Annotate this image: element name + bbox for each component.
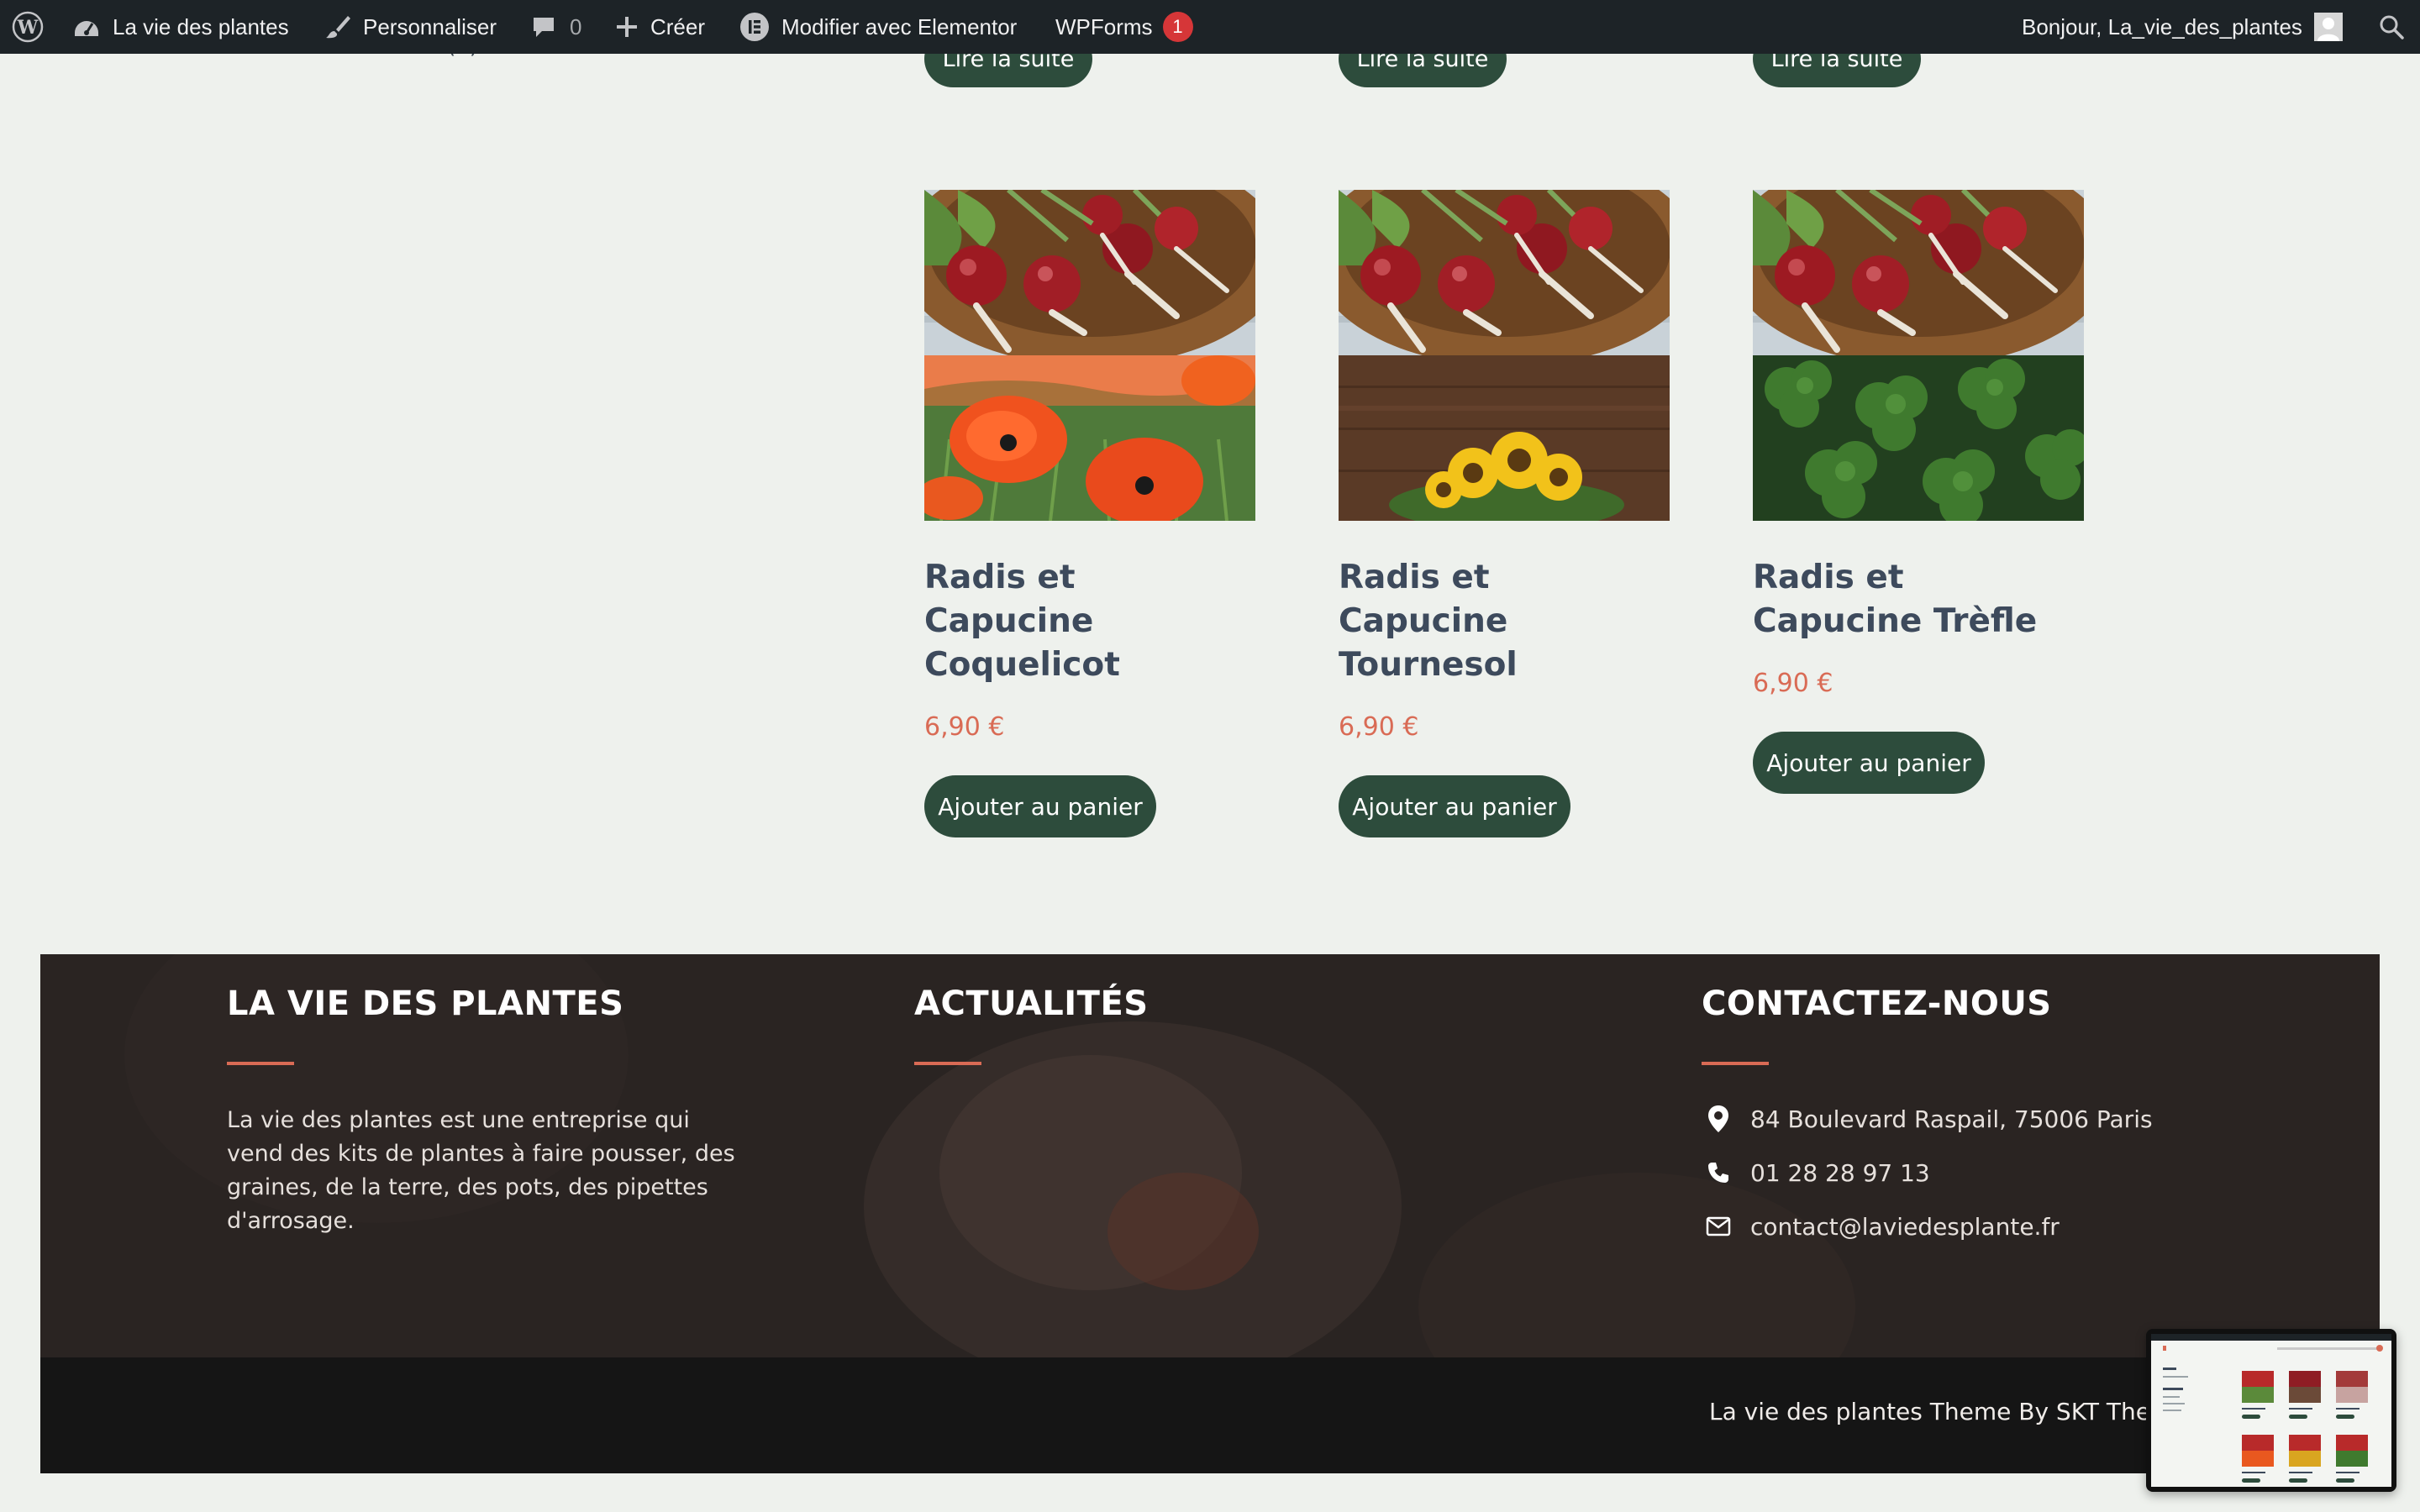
footer-about-column: LA VIE DES PLANTES La vie des plantes es… <box>227 984 748 1238</box>
wpforms-count-badge: 1 <box>1162 12 1193 42</box>
comment-icon <box>531 14 556 39</box>
product-price: 6,90 € <box>924 712 1005 742</box>
title-underline <box>914 1062 981 1065</box>
elementor-edit-link[interactable]: Modifier avec Elementor <box>739 0 1017 54</box>
add-to-cart-button[interactable]: Ajouter au panier <box>924 775 1156 837</box>
contact-email[interactable]: contact@laviedesplante.fr <box>1702 1200 2153 1253</box>
poppies-image <box>924 355 1255 521</box>
product-card: Radis et Capucine Coquelicot 6,90 € Ajou… <box>924 190 1255 837</box>
footer-contact-column: CONTACTEZ-NOUS 84 Boulevard Raspail, 750… <box>1702 984 2153 1253</box>
contact-email-link: contact@laviedesplante.fr <box>1750 1212 2060 1241</box>
product-price: 6,90 € <box>1753 669 1833 698</box>
map-pin-icon <box>1702 1105 1735 1133</box>
contact-phone[interactable]: 01 28 28 97 13 <box>1702 1146 2153 1200</box>
footer-contact-title: CONTACTEZ-NOUS <box>1702 984 2052 1023</box>
product-image[interactable] <box>1753 190 2084 521</box>
sunflowers-image <box>1339 355 1670 521</box>
account-menu[interactable]: Bonjour, La_vie_des_plantes <box>2022 0 2343 54</box>
title-underline <box>1702 1062 1769 1065</box>
search-icon[interactable] <box>2378 0 2405 54</box>
elementor-label: Modifier avec Elementor <box>781 13 1018 39</box>
admin-bar: W La vie des plantes Personnaliser 0 Cré… <box>0 0 2420 54</box>
radish-basket-image <box>1339 190 1670 355</box>
product-title[interactable]: Radis et Capucine Tournesol <box>1339 556 1670 687</box>
product-price: 6,90 € <box>1339 712 1419 742</box>
preview-content <box>2151 1334 2391 1487</box>
footer-about-title: LA VIE DES PLANTES <box>227 984 624 1023</box>
dashboard-icon <box>72 14 101 39</box>
product-card: Radis et Capucine Trèfle 6,90 € Ajouter … <box>1753 190 2084 794</box>
clover-image <box>1753 355 2084 521</box>
radish-basket-image <box>1753 190 2084 355</box>
plus-icon <box>615 15 639 39</box>
new-content-link[interactable]: Créer <box>615 0 705 54</box>
product-card: Radis et Capucine Tournesol 6,90 € Ajout… <box>1339 190 1670 837</box>
contact-address-text: 84 Boulevard Raspail, 75006 Paris <box>1750 1105 2153 1133</box>
radish-basket-image <box>924 190 1255 355</box>
avatar-icon <box>2313 13 2343 41</box>
footer-about-text: La vie des plantes est une entreprise qu… <box>227 1107 735 1234</box>
svg-text:W: W <box>17 17 39 39</box>
footer-news-title: ACTUALITÉS <box>914 984 1149 1023</box>
product-title[interactable]: Radis et Capucine Trèfle <box>1753 556 2084 643</box>
customize-link[interactable]: Personnaliser <box>324 0 497 54</box>
envelope-icon <box>1702 1216 1735 1236</box>
comments-count: 0 <box>570 13 582 39</box>
product-image[interactable] <box>1339 190 1670 521</box>
contact-phone-text: 01 28 28 97 13 <box>1750 1158 1930 1187</box>
footer-news-column: ACTUALITÉS <box>914 984 1149 1065</box>
wpforms-label: WPForms <box>1055 13 1153 39</box>
customize-label: Personnaliser <box>363 13 497 39</box>
new-content-label: Créer <box>650 13 706 39</box>
product-title[interactable]: Radis et Capucine Coquelicot <box>924 556 1255 687</box>
wordpress-logo-icon[interactable]: W <box>12 0 44 54</box>
site-name-label: La vie des plantes <box>113 13 289 39</box>
add-to-cart-button[interactable]: Ajouter au panier <box>1339 775 1570 837</box>
site-name-link[interactable]: La vie des plantes <box>72 0 289 54</box>
title-underline <box>227 1062 294 1065</box>
product-image[interactable] <box>924 190 1255 521</box>
greeting-label: Bonjour, La_vie_des_plantes <box>2022 13 2302 39</box>
screenshot-preview-thumbnail[interactable] <box>2146 1329 2396 1492</box>
elementor-icon <box>739 12 770 42</box>
add-to-cart-button[interactable]: Ajouter au panier <box>1753 732 1985 794</box>
brush-icon <box>324 13 351 40</box>
wpforms-link[interactable]: WPForms 1 <box>1055 0 1193 54</box>
comments-link[interactable]: 0 <box>531 0 581 54</box>
phone-icon <box>1702 1161 1735 1184</box>
site-footer: LA VIE DES PLANTES La vie des plantes es… <box>40 954 2380 1357</box>
footer-credits[interactable]: La vie des plantes Theme By SKT The <box>1709 1398 2150 1425</box>
contact-address: 84 Boulevard Raspail, 75006 Paris <box>1702 1092 2153 1146</box>
